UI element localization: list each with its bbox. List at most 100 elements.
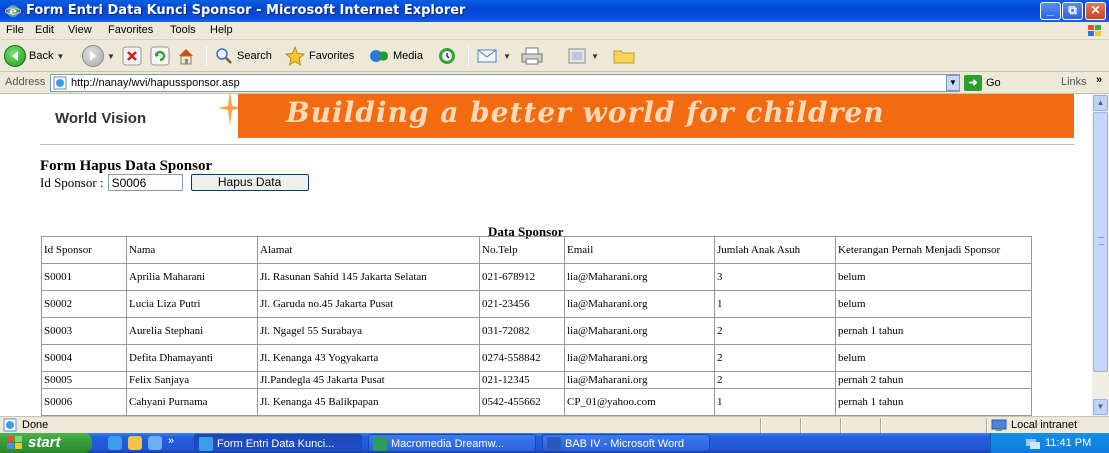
menu-view[interactable]: View: [68, 24, 92, 36]
world-vision-logo: World Vision: [0, 94, 242, 142]
table-row: S0006 Cahyani Purnama Jl. Kenanga 45 Bal…: [41, 388, 1032, 416]
ie-task-icon: [199, 437, 213, 451]
address-dropdown-button[interactable]: ▼: [946, 75, 960, 91]
address-input[interactable]: http://nanay/wvi/hapussponsor.asp: [50, 74, 960, 92]
folder-quicklaunch-icon[interactable]: [128, 436, 142, 450]
table-row: S0003 Aurelia Stephani Jl. Ngagel 55 Sur…: [41, 317, 1032, 345]
scroll-thumb[interactable]: [1093, 112, 1108, 372]
cell-keterangan: belum: [835, 344, 1032, 372]
windows-logo-icon: [1088, 25, 1101, 36]
cell-alamat: Jl.Pandegla 45 Jakarta Pusat: [257, 371, 480, 389]
cell-nama: Aurelia Stephani: [126, 317, 258, 345]
table-header-row: Id Sponsor Nama Alamat No.Telp Email Jum…: [41, 236, 1032, 264]
back-button[interactable]: Back ▼: [4, 44, 64, 68]
go-button[interactable]: ➜ Go: [964, 75, 1001, 91]
back-label: Back: [29, 50, 54, 62]
scroll-down-icon[interactable]: ▼: [1093, 399, 1108, 415]
cell-jumlah: 2: [714, 371, 836, 389]
chevron-down-icon: ▼: [503, 51, 511, 61]
start-label: start: [28, 434, 61, 451]
status-separator: [760, 418, 762, 433]
status-bar: Done Local intranet: [0, 416, 1109, 433]
address-label: Address: [5, 76, 46, 88]
cell-id: S0006: [41, 388, 127, 416]
header-email: Email: [564, 236, 715, 264]
cell-telp: 0274-558842: [479, 344, 565, 372]
internet-explorer-icon: e: [5, 5, 21, 18]
task-label: BAB IV - Microsoft Word: [565, 438, 684, 450]
logo-text: World Vision: [55, 110, 147, 127]
menu-tools[interactable]: Tools: [170, 24, 196, 36]
scroll-up-icon[interactable]: ▲: [1093, 95, 1108, 111]
status-separator: [840, 418, 842, 433]
media-icon: [370, 50, 388, 62]
favorites-label: Favorites: [309, 50, 355, 62]
links-more-icon[interactable]: »: [1096, 74, 1102, 86]
task-dreamweaver[interactable]: Macromedia Dreamw...: [368, 434, 536, 452]
cell-email: lia@Maharani.org: [564, 263, 715, 291]
search-label: Search: [237, 50, 272, 62]
cell-id: S0005: [41, 371, 127, 389]
page-icon: [53, 76, 67, 90]
minimize-button[interactable]: _: [1040, 2, 1061, 20]
menu-help[interactable]: Help: [210, 24, 233, 36]
chevron-down-icon: ▼: [591, 51, 599, 61]
task-ie[interactable]: Form Entri Data Kunci...: [194, 434, 362, 452]
table-row: S0005 Felix Sanjaya Jl.Pandegla 45 Jakar…: [41, 371, 1032, 389]
task-word[interactable]: BAB IV - Microsoft Word: [542, 434, 710, 452]
header-jumlah-anak-asuh: Jumlah Anak Asuh: [714, 236, 836, 264]
refresh-button[interactable]: [150, 44, 170, 68]
cell-jumlah: 2: [714, 344, 836, 372]
vertical-scrollbar[interactable]: ▲ ▼: [1092, 94, 1109, 416]
home-button[interactable]: [176, 44, 196, 68]
maximize-button[interactable]: ⧉: [1062, 2, 1083, 20]
menu-favorites[interactable]: Favorites: [108, 24, 153, 36]
status-separator: [800, 418, 802, 433]
search-icon: [216, 48, 232, 64]
menu-edit[interactable]: Edit: [35, 24, 54, 36]
menu-file[interactable]: File: [6, 24, 24, 36]
svg-text:e: e: [10, 5, 17, 18]
page-content: World Vision Building a better world for…: [0, 94, 1092, 416]
task-label: Form Entri Data Kunci...: [217, 438, 335, 450]
media-button[interactable]: Media: [368, 44, 423, 68]
quicklaunch-more-icon[interactable]: »: [168, 435, 174, 447]
id-sponsor-input[interactable]: [107, 174, 183, 191]
header-nama: Nama: [126, 236, 258, 264]
address-url: http://nanay/wvi/hapussponsor.asp: [71, 77, 240, 89]
forward-button[interactable]: ▼: [82, 44, 115, 68]
hapus-data-button[interactable]: Hapus Data: [190, 174, 309, 191]
search-button[interactable]: Search: [214, 44, 272, 68]
desktop-quicklaunch-icon[interactable]: [148, 436, 162, 450]
discuss-button[interactable]: [612, 44, 636, 68]
stop-button[interactable]: [122, 44, 142, 68]
refresh-icon: [150, 46, 170, 66]
address-bar: Address http://nanay/wvi/hapussponsor.as…: [0, 72, 1109, 94]
table-row: S0002 Lucia Liza Putri Jl. Garuda no.45 …: [41, 290, 1032, 318]
go-arrow-icon: ➜: [964, 75, 982, 91]
status-text: Done: [22, 419, 49, 431]
links-label[interactable]: Links: [1061, 76, 1087, 88]
cell-nama: Cahyani Purnama: [126, 388, 258, 416]
mail-button[interactable]: ▼: [476, 44, 511, 68]
media-label: Media: [393, 50, 423, 62]
zone-label: Local intranet: [1011, 419, 1078, 431]
tray-network-icon[interactable]: [1025, 436, 1041, 453]
close-button[interactable]: ✕: [1085, 2, 1106, 20]
history-button[interactable]: [436, 44, 458, 68]
cell-email: lia@Maharani.org: [564, 317, 715, 345]
cell-telp: 021-12345: [479, 371, 565, 389]
printer-icon: [521, 47, 543, 65]
cell-alamat: Jl. Rasunan Sahid 145 Jakarta Selatan: [257, 263, 480, 291]
favorites-button[interactable]: Favorites: [284, 44, 354, 68]
cell-nama: Felix Sanjaya: [126, 371, 258, 389]
cell-id: S0003: [41, 317, 127, 345]
form-title: Form Hapus Data Sponsor: [40, 158, 213, 174]
edit-button[interactable]: ▼: [566, 44, 599, 68]
start-button[interactable]: start: [0, 433, 92, 453]
clock: 11:41 PM: [1045, 437, 1092, 449]
print-button[interactable]: [520, 44, 544, 68]
ie-quicklaunch-icon[interactable]: [108, 436, 122, 450]
history-icon: [439, 48, 455, 64]
back-arrow-icon: [4, 45, 26, 67]
